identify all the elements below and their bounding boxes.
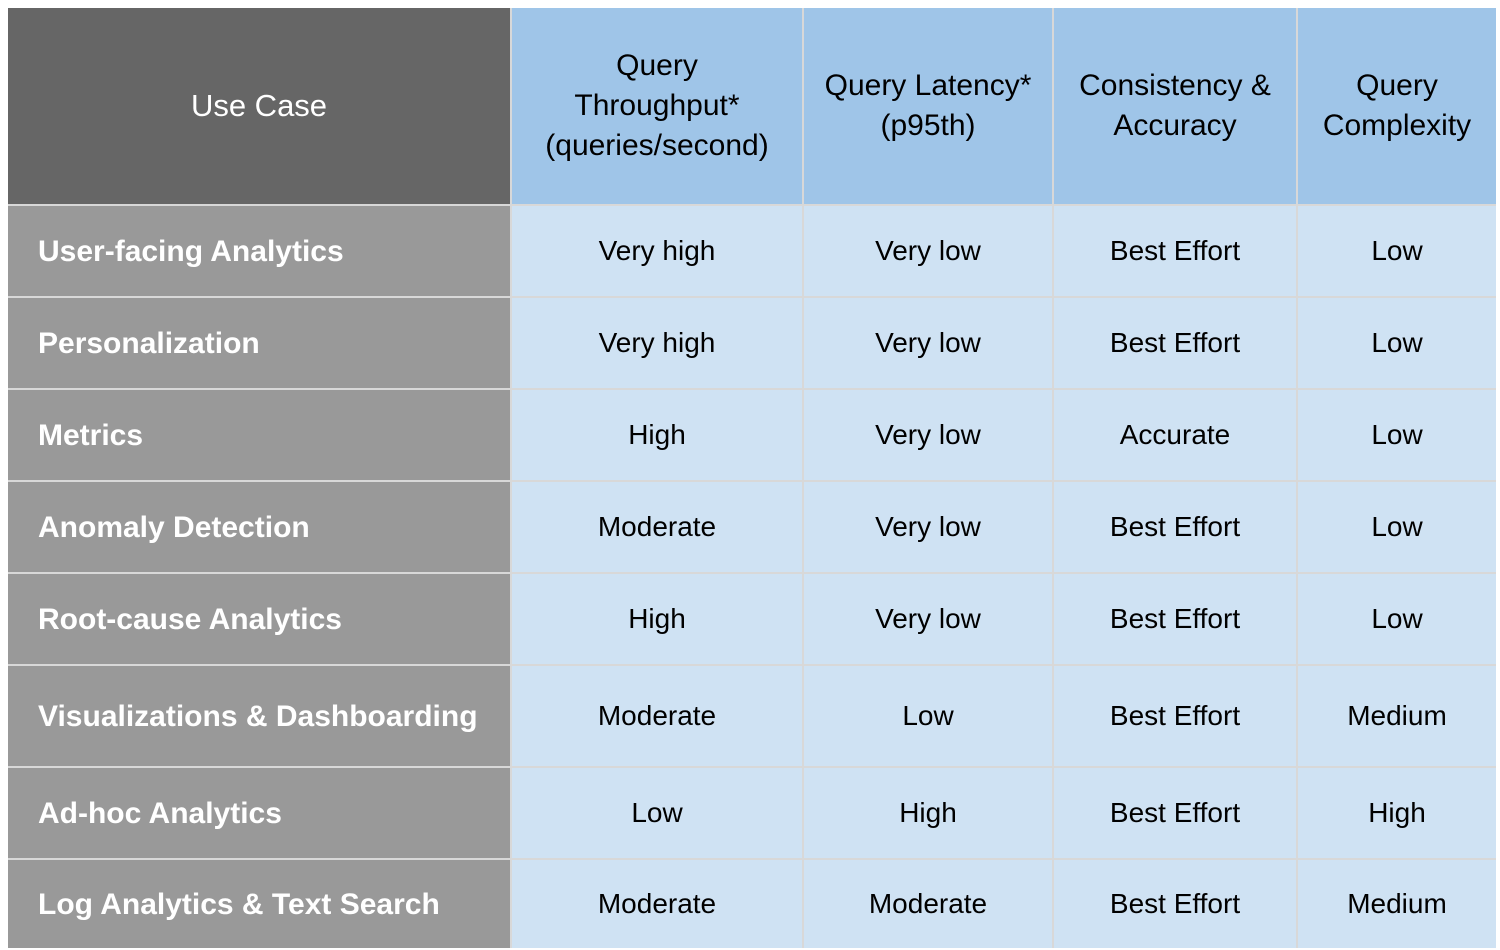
row-header-use-case: Metrics <box>8 390 510 480</box>
header-line: Accuracy <box>1113 109 1237 142</box>
cell-latency: Very low <box>804 482 1052 572</box>
header-query-latency: Query Latency* (p95th) <box>804 8 1052 204</box>
header-line: Query <box>1356 69 1438 102</box>
cell-latency: Moderate <box>804 860 1052 948</box>
cell-consistency: Accurate <box>1054 390 1296 480</box>
cell-latency: Very low <box>804 206 1052 296</box>
header-line: Query <box>616 49 698 82</box>
cell-consistency: Best Effort <box>1054 860 1296 948</box>
cell-throughput: High <box>512 390 802 480</box>
header-line: (p95th) <box>880 109 976 142</box>
cell-latency: Low <box>804 666 1052 766</box>
header-line: Query Latency* <box>824 69 1032 102</box>
row-header-use-case: Root-cause Analytics <box>8 574 510 664</box>
cell-throughput: Moderate <box>512 666 802 766</box>
cell-complexity: Medium <box>1298 666 1496 766</box>
cell-latency: High <box>804 768 1052 858</box>
cell-throughput: Very high <box>512 298 802 388</box>
header-consistency-accuracy: Consistency & Accuracy <box>1054 8 1296 204</box>
cell-consistency: Best Effort <box>1054 768 1296 858</box>
cell-throughput: Low <box>512 768 802 858</box>
cell-throughput: High <box>512 574 802 664</box>
cell-consistency: Best Effort <box>1054 298 1296 388</box>
cell-complexity: High <box>1298 768 1496 858</box>
cell-complexity: Medium <box>1298 860 1496 948</box>
header-line: Consistency & <box>1079 69 1271 102</box>
cell-consistency: Best Effort <box>1054 666 1296 766</box>
row-header-use-case: Visualizations & Dashboarding <box>8 666 510 766</box>
row-header-use-case: Personalization <box>8 298 510 388</box>
row-header-use-case: Ad-hoc Analytics <box>8 768 510 858</box>
row-header-use-case: User-facing Analytics <box>8 206 510 296</box>
cell-consistency: Best Effort <box>1054 574 1296 664</box>
cell-throughput: Moderate <box>512 860 802 948</box>
cell-complexity: Low <box>1298 482 1496 572</box>
header-query-throughput: Query Throughput* (queries/second) <box>512 8 802 204</box>
cell-throughput: Moderate <box>512 482 802 572</box>
cell-latency: Very low <box>804 574 1052 664</box>
header-line: Complexity <box>1322 109 1472 142</box>
row-header-use-case: Anomaly Detection <box>8 482 510 572</box>
cell-complexity: Low <box>1298 206 1496 296</box>
header-line: (queries/second) <box>545 129 769 162</box>
cell-complexity: Low <box>1298 390 1496 480</box>
row-header-use-case: Log Analytics & Text Search <box>8 860 510 948</box>
header-line: Throughput* <box>574 89 740 122</box>
header-use-case: Use Case <box>8 8 510 204</box>
cell-throughput: Very high <box>512 206 802 296</box>
cell-complexity: Low <box>1298 574 1496 664</box>
use-case-table: Use Case Query Throughput* (queries/seco… <box>8 8 1496 948</box>
cell-complexity: Low <box>1298 298 1496 388</box>
cell-latency: Very low <box>804 390 1052 480</box>
cell-consistency: Best Effort <box>1054 206 1296 296</box>
cell-consistency: Best Effort <box>1054 482 1296 572</box>
cell-latency: Very low <box>804 298 1052 388</box>
header-query-complexity: Query Complexity <box>1298 8 1496 204</box>
